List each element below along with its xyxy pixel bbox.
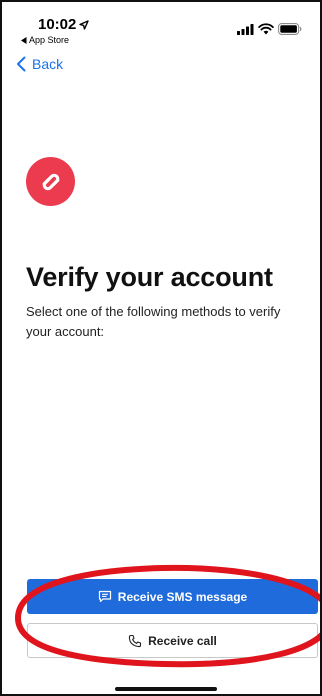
status-indicators: [237, 23, 302, 35]
phone-screen: 10:02 App Store Back Verify your account…: [0, 0, 322, 696]
receive-call-button[interactable]: Receive call: [27, 623, 318, 658]
back-label: Back: [32, 56, 64, 72]
triangle-left-icon: [21, 36, 27, 44]
receive-call-label: Receive call: [148, 633, 217, 648]
page-subtitle: Select one of the following methods to v…: [26, 304, 281, 339]
back-button[interactable]: Back: [16, 56, 63, 72]
message-icon: [98, 590, 111, 603]
location-arrow-icon: [79, 19, 90, 30]
phone-icon: [128, 634, 142, 647]
status-back-app-label: App Store: [29, 35, 70, 45]
battery-icon: [278, 23, 302, 35]
home-indicator: [115, 687, 217, 691]
authy-logo-icon: [42, 173, 59, 190]
receive-sms-button[interactable]: Receive SMS message: [27, 579, 318, 614]
chevron-left-icon: [17, 56, 26, 72]
status-time: 10:02: [38, 16, 90, 33]
page-title: Verify your account: [26, 262, 273, 292]
wifi-icon: [258, 23, 274, 35]
status-back-to-app[interactable]: App Store: [21, 35, 69, 45]
authy-logo: [26, 157, 75, 206]
signal-icon: [237, 23, 254, 35]
receive-sms-label: Receive SMS message: [117, 589, 248, 604]
status-time-text: 10:02: [38, 16, 77, 33]
